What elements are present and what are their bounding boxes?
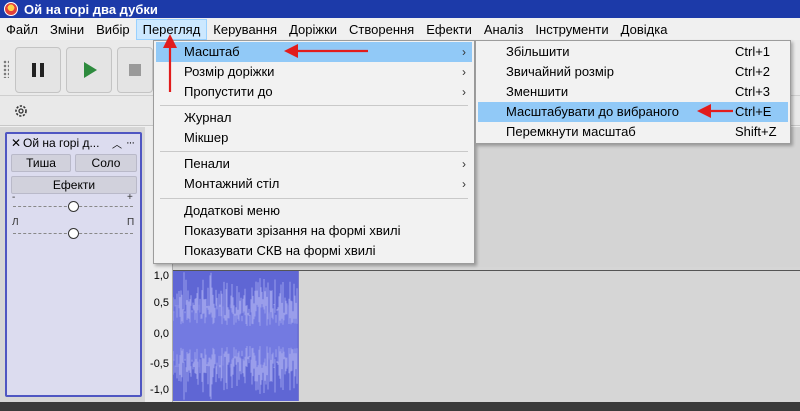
menu-item-label: Масштабувати до вибраного	[506, 104, 679, 119]
track-control-panel[interactable]: ✕ Ой на горі д... ︿ ··· Тиша Соло Ефекти…	[5, 132, 142, 397]
menu-item-show-clipping[interactable]: Показувати зрізання на формі хвилі	[156, 221, 472, 241]
toolbar-grip[interactable]	[3, 60, 9, 78]
menu-bar: Файл Зміни Вибір Перегляд Керування Дорі…	[0, 19, 800, 40]
menu-item-label: Розмір доріжки	[184, 64, 275, 79]
pan-slider[interactable]	[68, 228, 79, 239]
chevron-right-icon: ›	[462, 177, 466, 191]
track-lane-empty[interactable]	[298, 271, 800, 401]
menu-analyze[interactable]: Аналіз	[478, 19, 530, 40]
menu-item-shortcut: Ctrl+3	[735, 84, 771, 99]
menu-help[interactable]: Довідка	[615, 19, 674, 40]
close-icon[interactable]: ✕	[9, 136, 23, 150]
solo-button[interactable]: Соло	[75, 154, 137, 172]
menu-item-label: Звичайний розмір	[506, 64, 614, 79]
menu-item-mixer[interactable]: Мікшер	[156, 128, 472, 148]
menu-item-toolbars[interactable]: Пенали ›	[156, 154, 472, 174]
chevron-right-icon: ›	[462, 65, 466, 79]
ruler-tick: 0,5	[153, 297, 169, 309]
stop-button[interactable]	[117, 47, 153, 93]
pause-icon	[32, 63, 44, 77]
menu-item-zoom-toggle[interactable]: Перемкнути масштаб Shift+Z	[478, 122, 788, 142]
menu-tools[interactable]: Інструменти	[529, 19, 614, 40]
menu-item-label: Пенали	[184, 156, 230, 171]
menu-item-clip-board[interactable]: Монтажний стіл ›	[156, 174, 472, 194]
mute-button[interactable]: Тиша	[11, 154, 71, 172]
chevron-right-icon: ›	[462, 45, 466, 59]
chevron-right-icon: ›	[462, 157, 466, 171]
gear-icon	[15, 105, 27, 117]
status-strip	[0, 402, 800, 411]
waveform	[173, 272, 298, 400]
menu-transport[interactable]: Керування	[207, 19, 283, 40]
menu-generate[interactable]: Створення	[343, 19, 420, 40]
menu-item-label: Збільшити	[506, 44, 570, 59]
ruler-tick: -0,5	[150, 358, 169, 370]
gain-minus-label: -	[12, 192, 16, 203]
menu-item-track-size[interactable]: Розмір доріжки ›	[156, 62, 472, 82]
ruler-tick: -1,0	[150, 384, 169, 396]
chevron-right-icon: ›	[462, 85, 466, 99]
menu-item-zoom-normal[interactable]: Звичайний розмір Ctrl+2	[478, 62, 788, 82]
track-header: ✕ Ой на горі д... ︿ ···	[7, 134, 140, 152]
menu-item-zoom-in[interactable]: Збільшити Ctrl+1	[478, 42, 788, 62]
menu-item-label: Масштаб	[184, 44, 240, 59]
menu-item-shortcut: Ctrl+2	[735, 64, 771, 79]
menu-tracks[interactable]: Доріжки	[283, 19, 343, 40]
menu-view[interactable]: Перегляд	[135, 19, 208, 40]
menu-item-shortcut: Ctrl+E	[735, 104, 772, 119]
menu-item-label: Зменшити	[506, 84, 569, 99]
window-title: Ой на горі два дубки	[24, 1, 158, 17]
menu-item-extra-menus[interactable]: Додаткові меню	[156, 201, 472, 221]
menu-separator	[160, 105, 468, 106]
menu-effect[interactable]: Ефекти	[420, 19, 478, 40]
title-bar: Ой на горі два дубки	[0, 0, 800, 18]
play-button[interactable]	[66, 47, 112, 93]
play-icon	[84, 62, 97, 78]
menu-select[interactable]: Вибір	[90, 19, 136, 40]
track-name[interactable]: Ой на горі д...	[23, 136, 111, 150]
gain-slider[interactable]	[68, 201, 79, 212]
stop-icon	[129, 64, 141, 76]
menu-separator	[160, 198, 468, 199]
pan-right-label: П	[127, 217, 135, 228]
pause-button[interactable]	[15, 47, 61, 93]
zoom-submenu: Збільшити Ctrl+1 Звичайний розмір Ctrl+2…	[475, 40, 791, 144]
menu-item-label: Перемкнути масштаб	[506, 124, 636, 139]
menu-item-shortcut: Ctrl+1	[735, 44, 771, 59]
menu-item-shortcut: Shift+Z	[735, 124, 777, 139]
menu-item-history[interactable]: Журнал	[156, 108, 472, 128]
view-menu: Масштаб › Розмір доріжки › Пропустити до…	[153, 40, 475, 264]
menu-edit[interactable]: Зміни	[44, 19, 90, 40]
collapse-icon[interactable]: ︿	[111, 136, 123, 151]
more-icon[interactable]: ···	[123, 137, 137, 149]
pan-left-label: Л	[12, 217, 19, 228]
gain-plus-label: +	[127, 192, 133, 203]
menu-item-zoom-out[interactable]: Зменшити Ctrl+3	[478, 82, 788, 102]
menu-separator	[160, 151, 468, 152]
menu-item-skip-to[interactable]: Пропустити до ›	[156, 82, 472, 102]
effects-button[interactable]: Ефекти	[11, 176, 137, 194]
menu-item-zoom[interactable]: Масштаб ›	[156, 42, 472, 62]
menu-file[interactable]: Файл	[0, 19, 44, 40]
menu-item-label: Пропустити до	[184, 84, 273, 99]
menu-item-label: Монтажний стіл	[184, 176, 280, 191]
menu-item-show-rms[interactable]: Показувати СКВ на формі хвилі	[156, 241, 472, 261]
menu-item-zoom-to-selection[interactable]: Масштабувати до вибраного Ctrl+E	[478, 102, 788, 122]
ruler-tick: 1,0	[153, 270, 169, 282]
app-icon	[4, 2, 18, 16]
audio-setup-button[interactable]	[10, 100, 32, 122]
ruler-tick: 0,0	[153, 328, 169, 340]
